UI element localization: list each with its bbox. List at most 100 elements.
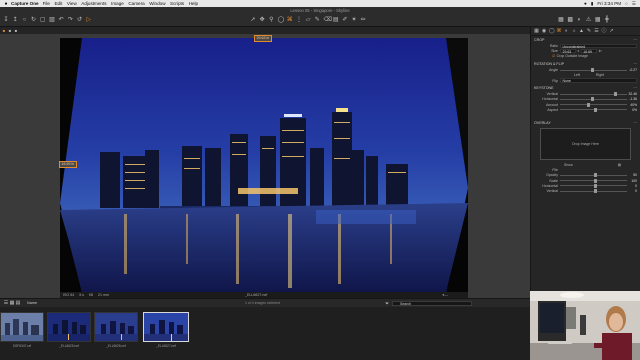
overlay-show-checkbox[interactable]: Show xyxy=(564,163,573,167)
capture-tool-tab-icon[interactable]: ◉ xyxy=(542,28,547,34)
overlay-section-options-icon[interactable]: ⋯ xyxy=(633,121,637,125)
search-input[interactable]: Search xyxy=(392,300,472,306)
thumbnail-4[interactable] xyxy=(143,312,189,342)
overlay-folder-icon[interactable]: ▤ xyxy=(618,163,621,167)
color-tab-icon[interactable]: ■ xyxy=(14,28,18,33)
composition-tool-tab-icon[interactable]: ⌘ xyxy=(557,28,562,34)
opacity-slider[interactable] xyxy=(560,173,627,178)
grid-view-icon[interactable]: ▦ xyxy=(558,17,564,23)
redo-icon[interactable]: ↷ xyxy=(67,17,73,23)
import-icon[interactable]: ↧ xyxy=(3,17,9,23)
notification-center-icon[interactable]: ☰ xyxy=(632,1,636,7)
details-tool-tab-icon[interactable]: ▲ xyxy=(579,28,584,34)
metadata-tool-tab-icon[interactable]: ⓘ xyxy=(602,28,607,34)
menu-file[interactable]: File xyxy=(43,1,50,6)
scale-slider[interactable] xyxy=(560,178,627,183)
brush-tool-icon[interactable]: ✎ xyxy=(314,17,320,23)
amount-slider[interactable] xyxy=(560,102,627,107)
capture-tab-icon[interactable]: ■ xyxy=(8,28,12,33)
flip-select[interactable]: None xyxy=(560,78,637,83)
copy-adjustments-icon[interactable]: ▢ xyxy=(40,17,46,23)
rotate-icon[interactable]: ↻ xyxy=(31,17,37,23)
spotlight-icon[interactable]: ○ xyxy=(625,1,628,6)
annotate-tool-icon[interactable]: ✏ xyxy=(360,17,366,23)
image-viewer[interactable]: 29.63 in 16.69 in ISO 64 5 s f/8 21 mm _… xyxy=(0,34,530,298)
wifi-icon[interactable]: ● xyxy=(584,1,587,6)
crop-outside-checkbox[interactable]: ☑ xyxy=(552,54,555,58)
amount-value[interactable]: 40% xyxy=(627,103,637,107)
local-adjust-tool-tab-icon[interactable]: ✎ xyxy=(587,28,592,34)
scale-value[interactable]: 100 xyxy=(627,179,637,183)
output-tool-tab-icon[interactable]: ↗ xyxy=(609,28,614,34)
aspect-slider[interactable] xyxy=(560,107,627,112)
filter-icon[interactable]: ⏷ xyxy=(384,301,390,307)
app-menu[interactable]: Capture One xyxy=(11,1,39,6)
horizontal-value[interactable]: -1.36 xyxy=(627,97,637,101)
crop-tool-icon[interactable]: ⌘ xyxy=(287,17,293,23)
thumbnail-2[interactable] xyxy=(47,312,91,342)
export-icon[interactable]: ↥ xyxy=(12,17,18,23)
grid-overlay-icon[interactable]: ▦ xyxy=(595,17,601,23)
exposure-tool-tab-icon[interactable]: ☼ xyxy=(572,28,577,34)
menubar-clock[interactable]: Fri 3:34 PM xyxy=(597,1,621,6)
rotation-section-options-icon[interactable]: ⋯ xyxy=(633,62,637,66)
menu-help[interactable]: Help xyxy=(189,1,198,6)
menu-image[interactable]: Image xyxy=(111,1,124,6)
filmstrip-icon[interactable]: ▤ xyxy=(15,300,21,306)
battery-icon[interactable]: ▮ xyxy=(591,1,594,7)
vertical-value[interactable]: 32.46 xyxy=(627,92,638,96)
keystone-section-options-icon[interactable]: ⋯ xyxy=(633,86,637,90)
overlay-vertical-slider[interactable] xyxy=(560,188,627,193)
keystone-header[interactable]: Keystone xyxy=(534,86,554,90)
viewer-toggle-icon[interactable]: ▩ xyxy=(567,17,573,23)
guides-icon[interactable]: ╋ xyxy=(604,17,610,23)
menu-view[interactable]: View xyxy=(67,1,77,6)
menu-window[interactable]: Window xyxy=(149,1,165,6)
vertical-slider[interactable] xyxy=(560,92,627,97)
keystone-tool-icon[interactable]: ▱ xyxy=(305,17,311,23)
thumbnail-3[interactable] xyxy=(94,312,138,342)
horizontal-slider[interactable] xyxy=(560,97,627,102)
library-tool-tab-icon[interactable]: ▦ xyxy=(534,28,539,34)
overlay-header[interactable]: Overlay xyxy=(534,121,551,125)
overlay-vertical-value[interactable]: 0 xyxy=(627,189,637,193)
reset-icon[interactable]: ↺ xyxy=(77,17,83,23)
menu-scripts[interactable]: Scripts xyxy=(170,1,184,6)
color-tool-tab-icon[interactable]: ◐ xyxy=(564,28,569,34)
thumbnail-1[interactable] xyxy=(0,312,44,342)
menu-adjustments[interactable]: Adjustments xyxy=(81,1,106,6)
process-icon[interactable]: ▷ xyxy=(86,17,92,23)
rotate-left-button[interactable]: Left xyxy=(574,73,580,77)
aspect-value[interactable]: 0% xyxy=(627,108,637,112)
crop-section-options-icon[interactable]: ⋯ xyxy=(633,38,637,42)
undo-icon[interactable]: ↶ xyxy=(58,17,64,23)
capture-icon[interactable]: ○ xyxy=(21,17,27,23)
overlay-horizontal-slider[interactable] xyxy=(560,183,627,188)
adjustments-tool-tab-icon[interactable]: ☰ xyxy=(594,28,599,34)
zoom-slider-icon[interactable]: ●— xyxy=(442,293,448,297)
size-height-field[interactable]: 16.69 xyxy=(580,49,597,54)
picker-tool-icon[interactable]: ✐ xyxy=(342,17,348,23)
menu-edit[interactable]: Edit xyxy=(54,1,62,6)
proof-icon[interactable]: ◐ xyxy=(576,17,582,23)
eraser-tool-icon[interactable]: ⌫ xyxy=(324,17,332,23)
gradient-tool-icon[interactable]: ▤ xyxy=(333,17,339,23)
crop-header[interactable]: Crop xyxy=(534,38,544,42)
angle-value[interactable]: -0.27 xyxy=(627,68,637,72)
straighten-tool-icon[interactable]: ⋮ xyxy=(296,17,302,23)
library-tab-icon[interactable]: ■ xyxy=(2,28,6,33)
apple-menu-icon[interactable]: ● xyxy=(3,1,9,7)
lens-tool-tab-icon[interactable]: ◯ xyxy=(549,28,555,34)
opacity-value[interactable]: 50 xyxy=(627,173,637,177)
size-width-field[interactable]: 29.63 xyxy=(560,49,576,54)
ratio-select[interactable]: Unconstrained xyxy=(560,44,637,49)
menu-camera[interactable]: Camera xyxy=(128,1,144,6)
sort-select[interactable]: Name xyxy=(27,301,37,305)
image-canvas[interactable]: 29.63 in 16.69 in xyxy=(59,35,468,292)
overlay-horizontal-value[interactable]: 0 xyxy=(627,184,637,188)
trash-icon[interactable]: ▧ xyxy=(49,17,55,23)
zoom-tool-icon[interactable]: ⚲ xyxy=(268,17,274,23)
exposure-warning-icon[interactable]: ⚠ xyxy=(586,17,592,23)
overlay-drop-zone[interactable]: Drop Image Here xyxy=(540,128,631,161)
loupe-tool-icon[interactable]: ◯ xyxy=(278,17,285,23)
